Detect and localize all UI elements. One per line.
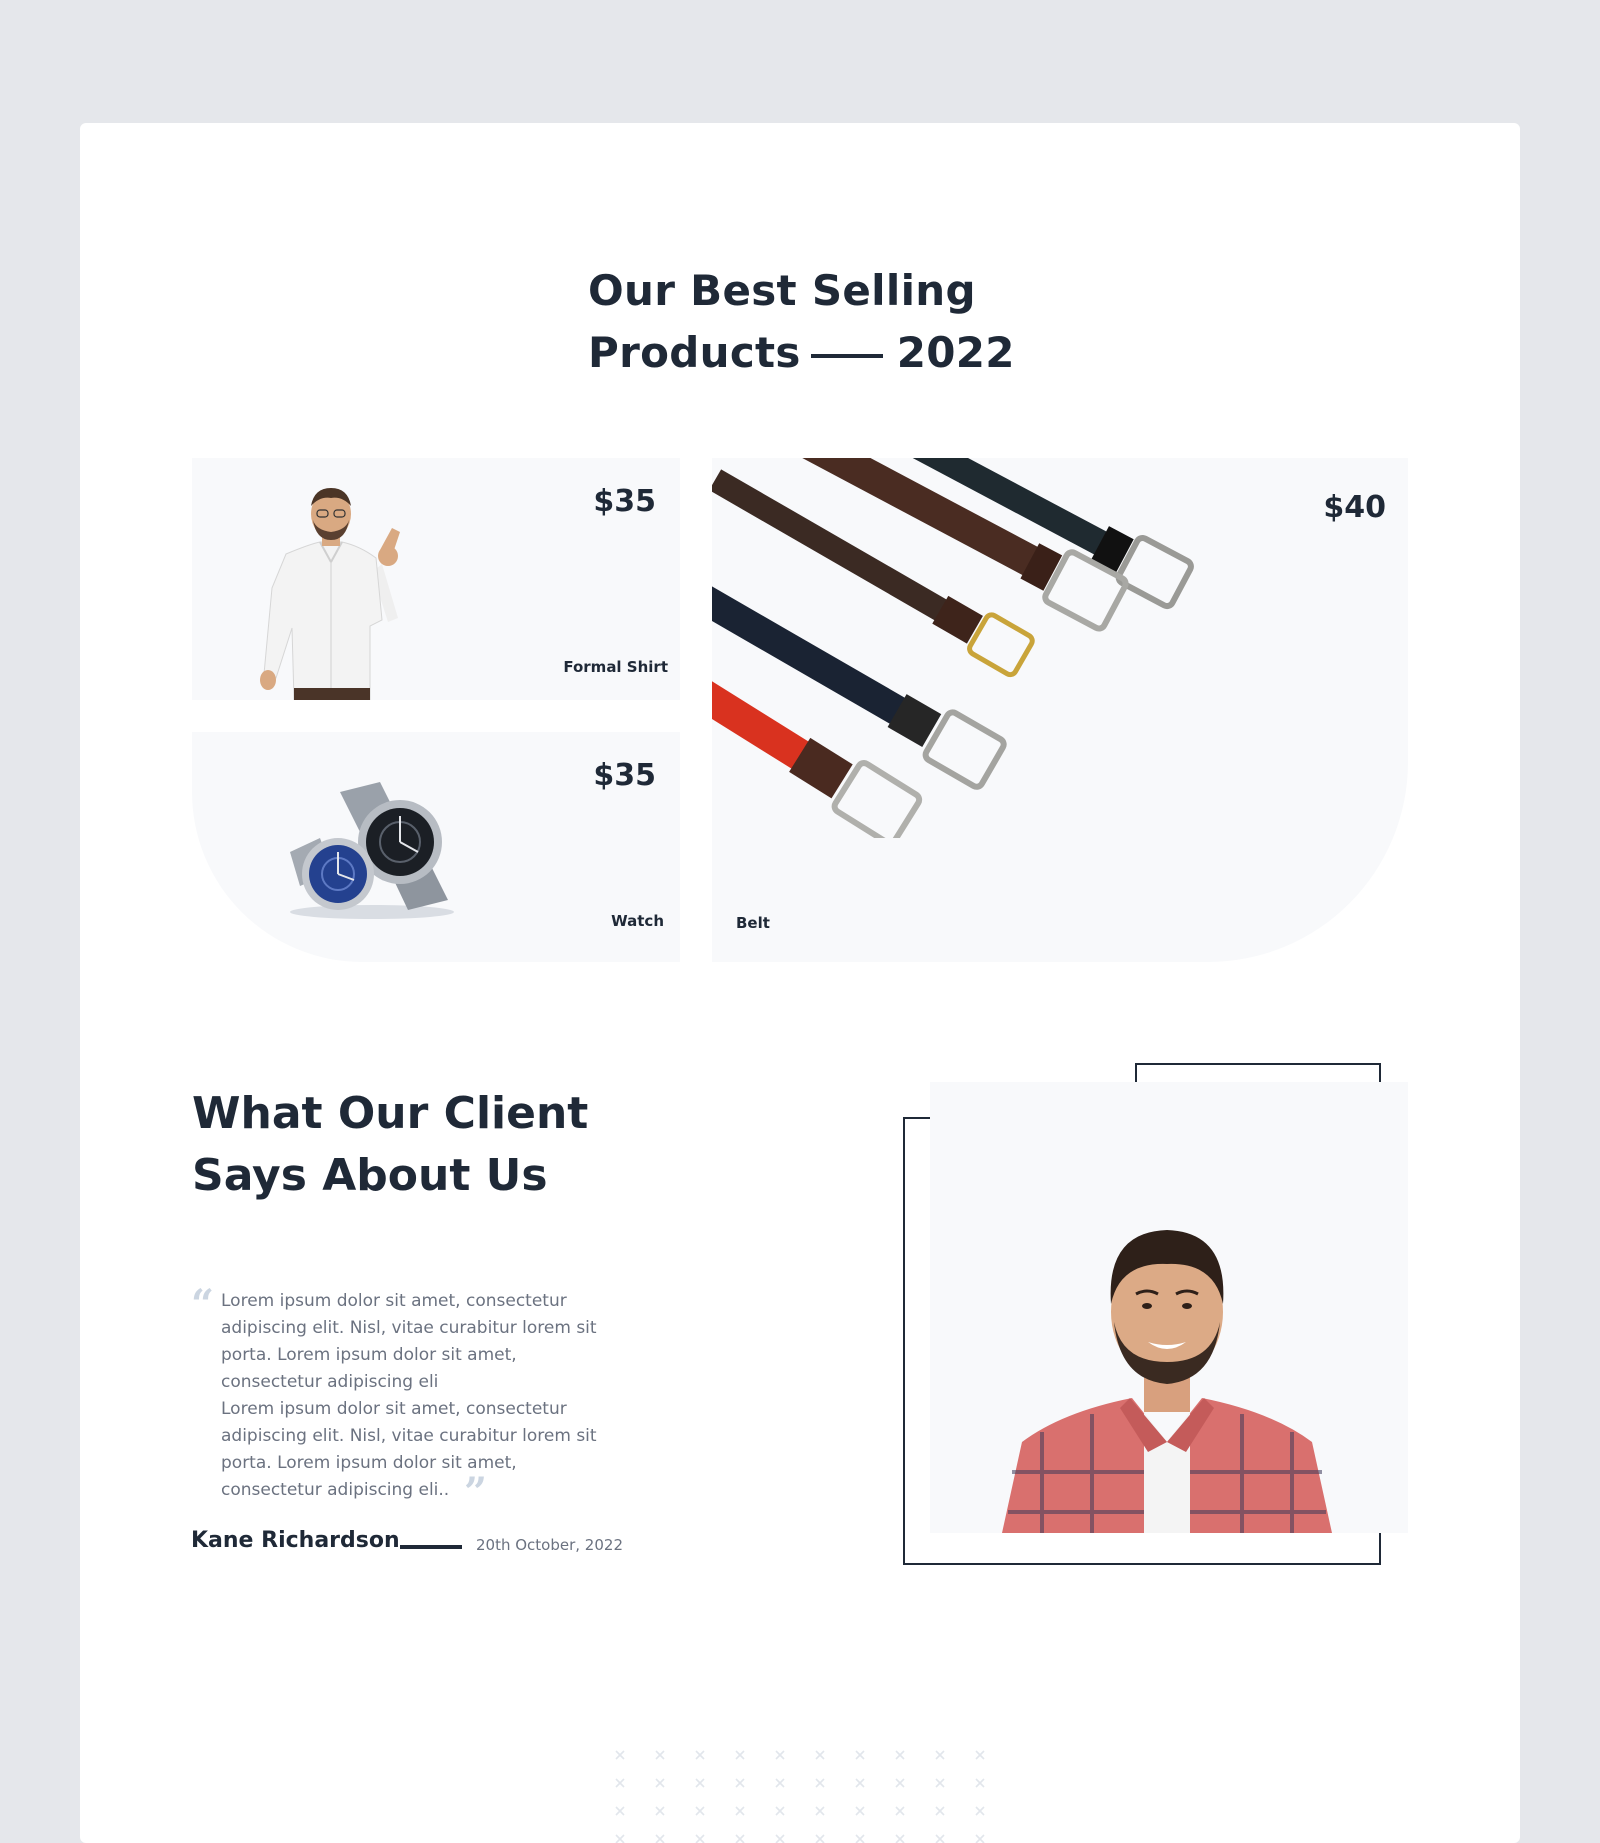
title-line-2: Products 2022 <box>588 322 1108 384</box>
testimonial-quote: Lorem ipsum dolor sit amet, consectetur … <box>221 1288 641 1504</box>
product-card-shirt[interactable]: $35 Formal Shirt <box>192 458 680 700</box>
quote-line: Lorem ipsum dolor sit amet, consectetur <box>221 1399 567 1419</box>
title-dash <box>810 353 883 358</box>
client-photo <box>930 1082 1408 1533</box>
author-divider <box>400 1545 462 1549</box>
title-line-2-text: Products <box>588 328 801 377</box>
quote-line: Lorem ipsum dolor sit amet, consectetur <box>221 1291 567 1311</box>
testimonial-title-line-2: Says About Us <box>192 1150 548 1201</box>
products-section-title: Our Best Selling Products 2022 <box>588 260 1108 384</box>
price-label: $40 <box>1323 490 1386 525</box>
testimonial-date: 20th October, 2022 <box>476 1536 623 1554</box>
quote-line: consectetur adipiscing eli <box>221 1372 439 1392</box>
quote-line: adipiscing elit. Nisl, vitae curabitur l… <box>221 1318 597 1338</box>
close-quote-icon: ” <box>464 1469 488 1516</box>
belts-image <box>712 458 1194 838</box>
watches-image <box>290 782 454 919</box>
testimonial-section-title: What Our Client Says About Us <box>192 1083 752 1207</box>
price-label: $35 <box>593 758 656 793</box>
quote-line: consectetur adipiscing eli.. <box>221 1480 450 1500</box>
quote-line: porta. Lorem ipsum dolor sit amet, <box>221 1345 517 1365</box>
testimonial-author: Kane Richardson <box>191 1528 400 1553</box>
title-year: 2022 <box>896 328 1015 377</box>
price-label: $35 <box>593 484 656 519</box>
quote-line: adipiscing elit. Nisl, vitae curabitur l… <box>221 1426 597 1446</box>
product-name: Watch <box>611 912 664 930</box>
open-quote-icon: “ <box>191 1281 215 1328</box>
client-portrait-image <box>1002 1230 1332 1533</box>
product-card-watch[interactable]: $35 Watch <box>192 732 680 962</box>
decorative-pattern <box>600 1743 1000 1843</box>
shirt-model-image <box>260 488 400 700</box>
quote-line: porta. Lorem ipsum dolor sit amet, <box>221 1453 517 1473</box>
product-name: Belt <box>736 914 770 932</box>
product-name: Formal Shirt <box>563 658 668 676</box>
testimonial-title-line-1: What Our Client <box>192 1088 589 1139</box>
content-card: Our Best Selling Products 2022 $35 Forma… <box>80 123 1520 1843</box>
product-card-belt[interactable]: $40 Belt <box>712 458 1408 962</box>
title-line-1: Our Best Selling <box>588 266 976 315</box>
